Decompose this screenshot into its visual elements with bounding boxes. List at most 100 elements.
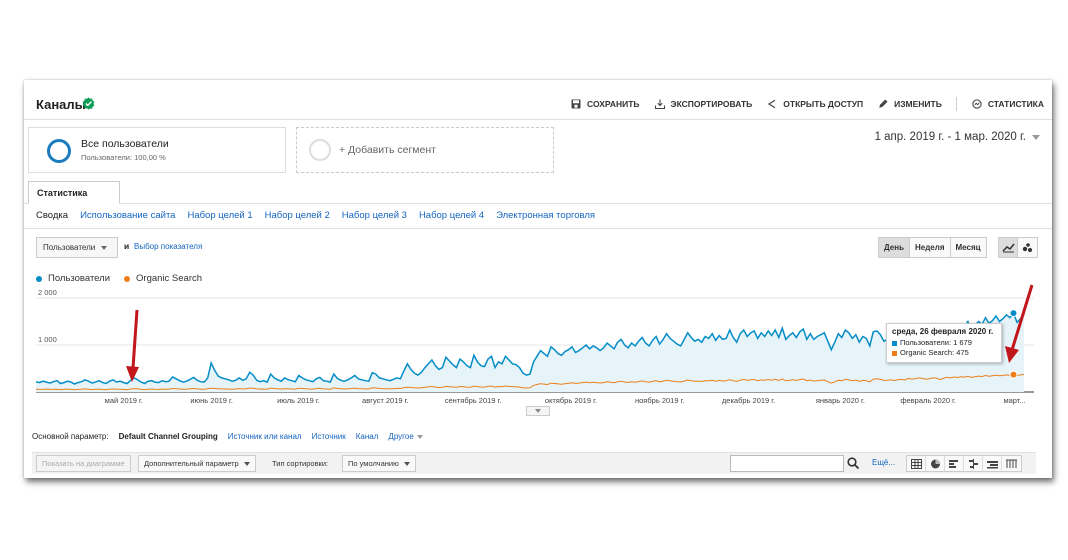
sort-type-select[interactable]: По умолчанию — [342, 455, 416, 472]
compare-icon — [968, 458, 978, 469]
date-range-picker[interactable]: 1 апр. 2019 г. - 1 мар. 2020 г. — [875, 131, 1040, 143]
subnav-goal-set-2[interactable]: Набор целей 2 — [265, 210, 330, 221]
sort-type-label: Тип сортировки: — [272, 459, 329, 468]
dimension-other-label: Другое — [388, 432, 414, 441]
segment-ring-icon — [47, 139, 71, 163]
x-tick-label: май 2019 г. — [104, 396, 143, 405]
empty-segment-icon — [309, 139, 331, 161]
pencil-icon — [879, 99, 888, 108]
pivot-icon — [986, 460, 998, 468]
insights-icon — [972, 99, 982, 109]
metric-select[interactable]: Пользователи — [36, 237, 118, 258]
tooltip-organic-value: Organic Search: 475 — [900, 348, 969, 357]
page-title: Каналы — [36, 97, 86, 112]
metric-select-value: Пользователи — [43, 243, 96, 252]
save-label: СОХРАНИТЬ — [587, 99, 640, 109]
grid-icon — [910, 458, 922, 469]
segment-subtitle: Пользователи: 100,00 % — [81, 153, 166, 162]
subnav-divider — [24, 228, 1052, 229]
comparison-view-button[interactable] — [964, 456, 983, 471]
legend-dot-orange — [124, 275, 131, 282]
export-icon — [654, 99, 665, 110]
insights-button[interactable]: СТАТИСТИКА — [971, 98, 1044, 110]
x-tick-label: октябрь 2019 г. — [544, 396, 598, 405]
x-tick-label: март... — [1003, 396, 1026, 405]
chart-tooltip: среда, 26 февраля 2020 г. Пользователи: … — [886, 323, 1002, 363]
pie-icon — [930, 459, 940, 468]
period-month-button[interactable]: Месяц — [950, 238, 986, 257]
date-range-label: 1 апр. 2019 г. - 1 мар. 2020 г. — [874, 131, 1026, 143]
secondary-dimension-select[interactable]: Дополнительный параметр — [138, 455, 256, 472]
subnav-site-usage[interactable]: Использование сайта — [80, 210, 175, 221]
subnav-goal-set-4[interactable]: Набор целей 4 — [419, 210, 484, 221]
legend-item-users[interactable]: Пользователи — [36, 273, 110, 284]
header-divider — [24, 119, 1052, 120]
dimension-other-dropdown[interactable]: Другое — [388, 432, 423, 441]
tooltip-users-value: Пользователи: 1 679 — [900, 338, 972, 347]
x-tick-label: август 2019 г. — [362, 396, 409, 405]
share-label: ОТКРЫТЬ ДОСТУП — [783, 99, 864, 109]
legend-item-organic[interactable]: Organic Search — [124, 273, 202, 284]
tooltip-swatch-orange — [892, 350, 897, 356]
chart-type-switcher — [998, 237, 1038, 258]
tab-statistics[interactable]: Статистика — [28, 181, 120, 204]
tooltip-swatch-blue — [892, 340, 897, 346]
pivot-view-button[interactable] — [1002, 456, 1021, 471]
dimension-source-medium[interactable]: Источник или канал — [228, 432, 302, 441]
subnav-goal-set-1[interactable]: Набор целей 1 — [187, 210, 252, 221]
legend-label-users: Пользователи — [48, 273, 111, 284]
dimension-medium[interactable]: Канал — [356, 432, 379, 441]
chevron-down-icon — [535, 409, 541, 413]
line-chart-button[interactable] — [999, 238, 1018, 257]
pick-metric-link[interactable]: Выбор показателя — [134, 242, 202, 251]
pie-view-button[interactable] — [926, 456, 945, 471]
legend-label-organic: Organic Search — [136, 273, 203, 284]
columns-icon — [1006, 459, 1017, 468]
primary-dimension-label: Основной параметр: — [32, 432, 109, 441]
add-segment-button[interactable]: + Добавить сегмент — [296, 127, 554, 173]
highlight-point-organic — [1009, 370, 1018, 379]
edit-label: ИЗМЕНИТЬ — [894, 99, 942, 109]
export-button[interactable]: ЭКСПОРТИРОВАТЬ — [654, 98, 752, 110]
plot-rows-button[interactable]: Показать на диаграмме — [36, 455, 131, 472]
chart-resize-handle[interactable] — [526, 406, 550, 416]
tooltip-date: среда, 26 февраля 2020 г. — [892, 327, 994, 336]
dimension-current: Default Channel Grouping — [118, 432, 218, 441]
save-button[interactable]: СОХРАНИТЬ — [570, 98, 640, 110]
tooltip-row-organic: Organic Search: 475 — [892, 348, 996, 358]
chevron-down-icon — [1032, 134, 1040, 140]
primary-dimension-bar: Основной параметр: Default Channel Group… — [32, 432, 423, 441]
motion-chart-button[interactable] — [1018, 238, 1037, 257]
insights-label: СТАТИСТИКА — [987, 99, 1044, 109]
edit-button[interactable]: ИЗМЕНИТЬ — [877, 98, 942, 110]
line-chart[interactable]: 2 000 1 000 — [36, 288, 1034, 396]
users-area — [36, 313, 1024, 392]
report-actions: СОХРАНИТЬ ЭКСПОРТИРОВАТЬ ОТКРЫТЬ ДОСТУП … — [570, 97, 1044, 111]
bubble-chart-icon — [1022, 243, 1032, 252]
segment-all-users[interactable]: Все пользователи Пользователи: 100,00 % — [28, 127, 286, 173]
share-icon — [768, 99, 776, 109]
performance-view-button[interactable] — [945, 456, 964, 471]
verified-icon — [82, 97, 95, 110]
table-search-input[interactable] — [730, 455, 844, 472]
x-tick-label: ноябрь 2019 г. — [634, 396, 685, 405]
search-icon[interactable] — [846, 456, 860, 470]
share-button[interactable]: ОТКРЫТЬ ДОСТУП — [766, 98, 863, 110]
term-cloud-button[interactable] — [983, 456, 1002, 471]
advanced-filter-link[interactable]: Ещё... — [872, 458, 895, 467]
period-week-button[interactable]: Неделя — [910, 238, 951, 257]
sort-type-value: По умолчанию — [348, 459, 399, 468]
chart-legend: Пользователи Organic Search — [36, 273, 202, 284]
explorer-subnav: Сводка Использование сайта Набор целей 1… — [36, 210, 595, 221]
subnav-goal-set-3[interactable]: Набор целей 3 — [342, 210, 407, 221]
subnav-ecommerce[interactable]: Электронная торговля — [496, 210, 595, 221]
segment-name: Все пользователи — [81, 138, 169, 150]
tab-baseline — [24, 203, 1052, 204]
dimension-source[interactable]: Источник — [312, 432, 346, 441]
x-tick-label: январь 2020 г. — [815, 396, 865, 405]
x-tick-label: февраль 2020 г. — [900, 396, 957, 405]
subnav-summary[interactable]: Сводка — [36, 210, 68, 221]
period-switcher: День Неделя Месяц — [878, 237, 987, 258]
table-view-button[interactable] — [907, 456, 926, 471]
period-day-button[interactable]: День — [879, 238, 910, 257]
